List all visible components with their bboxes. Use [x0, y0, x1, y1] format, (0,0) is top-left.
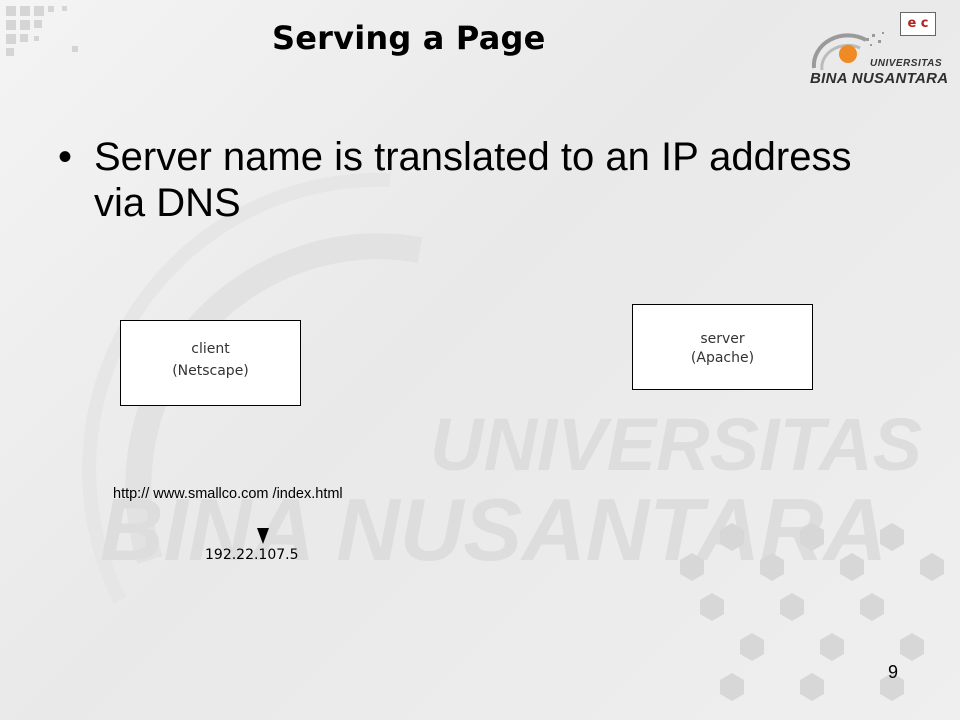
- bullet-text: Server name is translated to an IP addre…: [94, 135, 852, 225]
- client-label: client: [191, 341, 230, 357]
- bullet-icon: •: [58, 135, 73, 179]
- slide: UNIVERSITAS BINA NUSANTARA Serving a Pag…: [0, 0, 960, 720]
- client-box: client (Netscape): [120, 320, 301, 406]
- page-number: 9: [888, 662, 899, 682]
- logo-name: BINA NUSANTARA: [810, 70, 949, 87]
- watermark-line1: UNIVERSITAS: [430, 403, 922, 486]
- logo-university-label: UNIVERSITAS: [870, 58, 942, 69]
- hexagon-pattern: [680, 523, 944, 701]
- server-sublabel: (Apache): [690, 350, 755, 366]
- slide-title: Serving a Page: [272, 19, 546, 57]
- logo-badge: e c: [900, 12, 936, 36]
- url-label: http:// www.smallco.com /index.html: [113, 486, 343, 502]
- server-box: server (Apache): [632, 304, 813, 390]
- ip-address-label: 192.22.107.5: [205, 547, 299, 563]
- down-arrow-icon: [257, 528, 269, 544]
- server-label: server: [700, 331, 745, 347]
- university-logo: e c UNIVERSITAS BINA NUSANTARA: [800, 8, 948, 90]
- client-sublabel: (Netscape): [172, 363, 249, 379]
- bullet-point: • Server name is translated to an IP add…: [58, 134, 898, 226]
